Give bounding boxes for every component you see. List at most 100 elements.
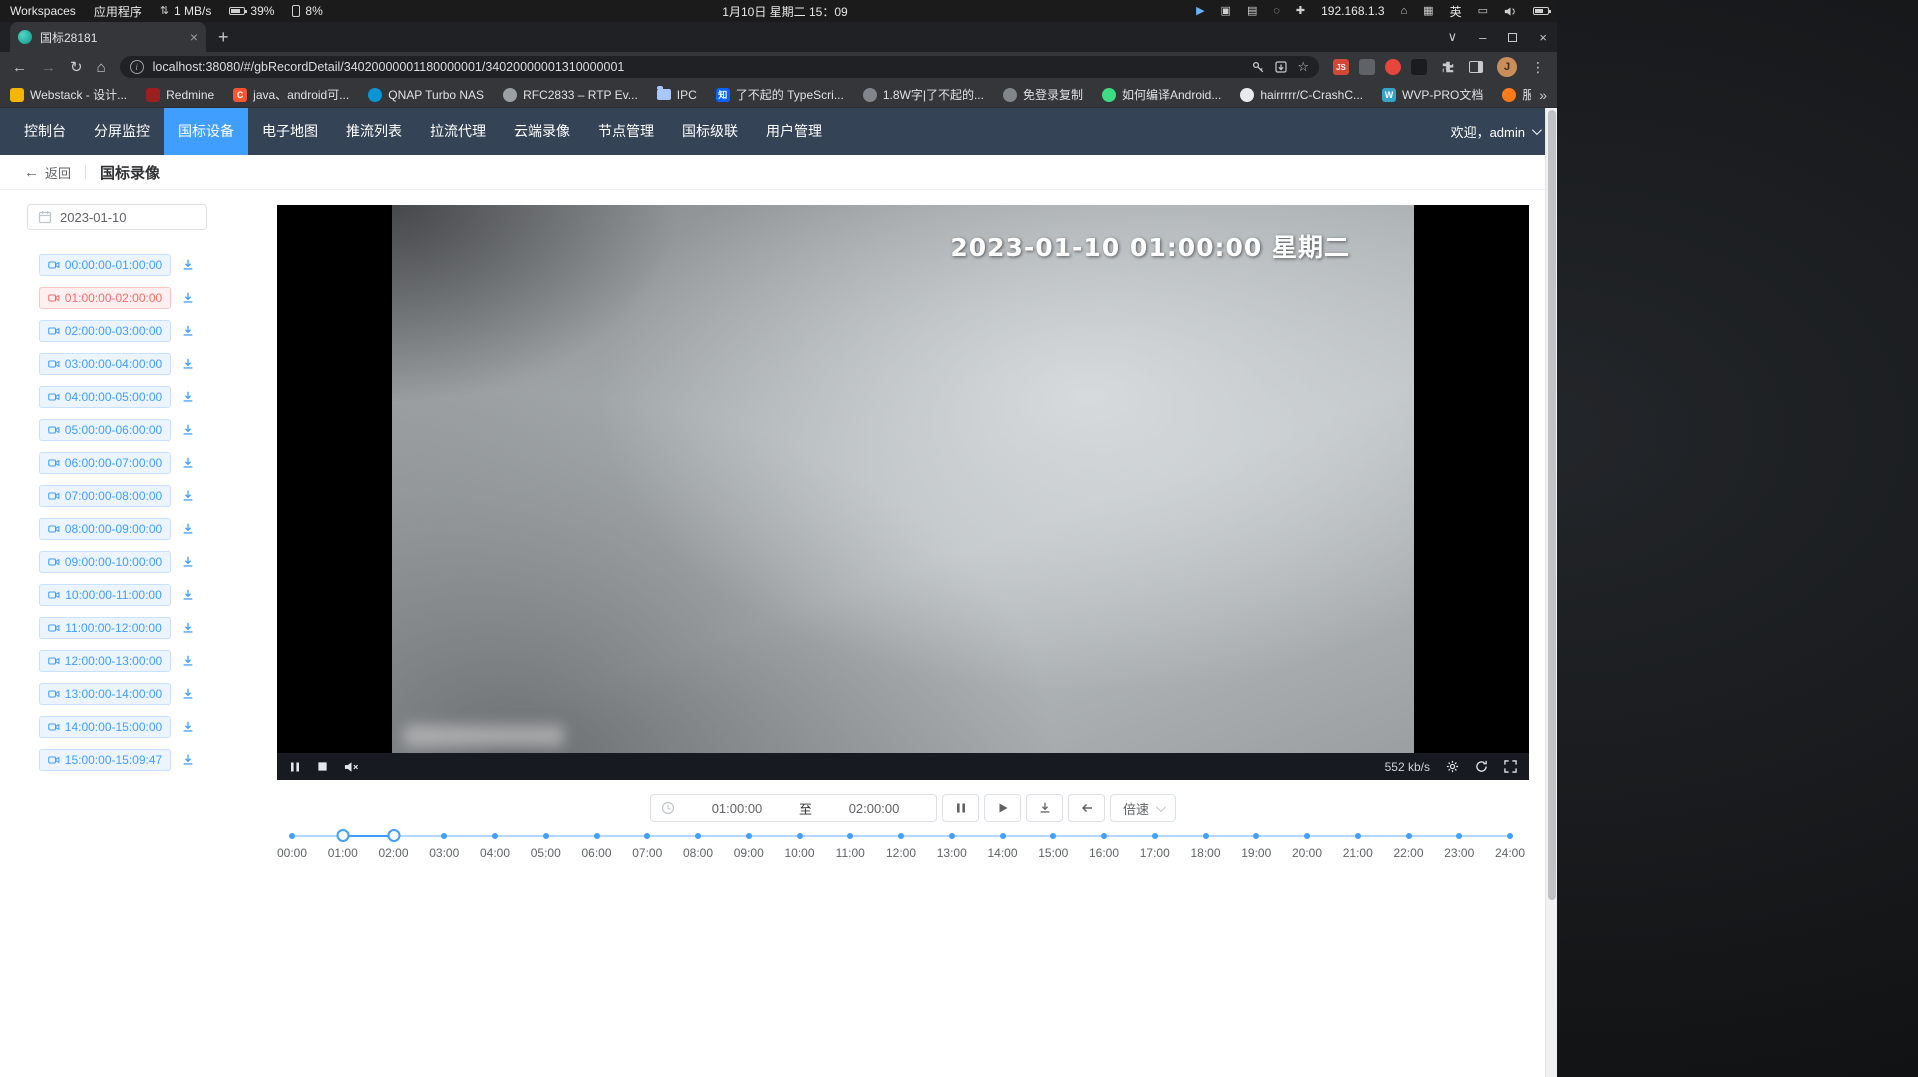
home-button[interactable]: ⌂ <box>97 60 106 75</box>
bookmark-item-0[interactable]: Webstack - 设计... <box>10 86 127 103</box>
record-segment-button-5[interactable]: 05:00:00-06:00:00 <box>39 419 171 441</box>
record-segment-button-3[interactable]: 03:00:00-04:00:00 <box>39 353 171 375</box>
site-info-icon[interactable]: i <box>130 60 144 74</box>
bookmark-item-5[interactable]: IPC <box>657 88 697 102</box>
player-fullscreen-icon[interactable] <box>1504 760 1517 773</box>
player-refresh-icon[interactable] <box>1475 760 1488 773</box>
tray-app-icon-1[interactable]: ▣ <box>1221 6 1231 17</box>
extension-icon-2[interactable] <box>1385 59 1401 75</box>
record-segment-button-8[interactable]: 08:00:00-09:00:00 <box>39 518 171 540</box>
address-bar[interactable]: i localhost:38080/#/gbRecordDetail/34020… <box>120 56 1319 78</box>
record-segment-button-10[interactable]: 10:00:00-11:00:00 <box>39 584 171 606</box>
new-tab-button[interactable]: + <box>218 27 229 48</box>
record-segment-button-14[interactable]: 14:00:00-15:00:00 <box>39 716 171 738</box>
record-segment-button-12[interactable]: 12:00:00-13:00:00 <box>39 650 171 672</box>
segment-download-icon[interactable] <box>181 390 195 404</box>
bookmark-item-3[interactable]: QNAP Turbo NAS <box>368 88 484 102</box>
record-segment-button-1[interactable]: 01:00:00-02:00:00 <box>39 287 171 309</box>
applications-button[interactable]: 应用程序 <box>94 3 142 20</box>
profile-avatar[interactable]: J <box>1497 57 1517 77</box>
tray-app-icon-3[interactable]: ◌ <box>1273 6 1280 17</box>
extension-icon-0[interactable]: JS <box>1333 59 1349 75</box>
browser-menu-icon[interactable]: ⋮ <box>1531 59 1545 76</box>
close-button[interactable]: × <box>1539 30 1547 45</box>
player-settings-gear-icon[interactable] <box>1446 760 1459 773</box>
window-menu-button[interactable]: ∨ <box>1448 29 1458 45</box>
segment-download-icon[interactable] <box>181 654 195 668</box>
back-button[interactable]: ← <box>12 60 27 75</box>
record-segment-button-13[interactable]: 13:00:00-14:00:00 <box>39 683 171 705</box>
bookmark-item-10[interactable]: hairrrrr/C-CrashC... <box>1240 88 1363 102</box>
bookmark-item-11[interactable]: WWVP-PRO文档 <box>1382 86 1483 103</box>
date-picker[interactable]: 2023-01-10 <box>27 204 207 230</box>
input-language-indicator[interactable]: 英 <box>1450 3 1462 20</box>
player-mute-icon[interactable] <box>344 761 359 773</box>
timeline-handle-1[interactable] <box>387 829 400 842</box>
speed-dropdown[interactable]: 倍速 <box>1110 794 1176 822</box>
nav-tab-1[interactable]: 分屏监控 <box>80 108 164 155</box>
workspaces-button[interactable]: Workspaces <box>10 4 76 18</box>
segment-download-icon[interactable] <box>181 489 195 503</box>
pause-button[interactable] <box>942 794 979 822</box>
nav-tab-4[interactable]: 推流列表 <box>332 108 416 155</box>
scrollbar-thumb[interactable] <box>1548 110 1556 900</box>
segment-download-icon[interactable] <box>181 753 195 767</box>
password-key-icon[interactable] <box>1251 60 1265 74</box>
segment-download-icon[interactable] <box>181 456 195 470</box>
extensions-puzzle-icon[interactable] <box>1441 60 1455 74</box>
record-segment-button-4[interactable]: 04:00:00-05:00:00 <box>39 386 171 408</box>
record-segment-button-0[interactable]: 00:00:00-01:00:00 <box>39 254 171 276</box>
side-panel-icon[interactable] <box>1469 61 1483 73</box>
tools-icon[interactable]: ✚ <box>1296 6 1305 17</box>
bookmark-item-7[interactable]: 1.8W字|了不起的... <box>863 86 984 103</box>
segment-download-icon[interactable] <box>181 555 195 569</box>
nav-tab-0[interactable]: 控制台 <box>10 108 80 155</box>
nav-tab-9[interactable]: 用户管理 <box>752 108 836 155</box>
install-icon[interactable] <box>1274 60 1288 74</box>
home-icon[interactable]: ⌂ <box>1401 6 1408 17</box>
nav-tab-3[interactable]: 电子地图 <box>248 108 332 155</box>
record-segment-button-7[interactable]: 07:00:00-08:00:00 <box>39 485 171 507</box>
segment-download-icon[interactable] <box>181 357 195 371</box>
restore-button[interactable] <box>1508 33 1517 42</box>
download-button[interactable] <box>1026 794 1063 822</box>
timeline-handle-0[interactable] <box>336 829 349 842</box>
bookmarks-overflow-chevron[interactable]: » <box>1531 87 1547 103</box>
record-segment-button-15[interactable]: 15:00:00-15:09:47 <box>39 749 171 771</box>
segment-download-icon[interactable] <box>181 324 195 338</box>
bookmark-item-4[interactable]: RFC2833 – RTP Ev... <box>503 88 638 102</box>
user-menu[interactable]: 欢迎，admin <box>1451 108 1539 155</box>
tab-close-icon[interactable]: × <box>190 29 198 45</box>
browser-tab[interactable]: 国标28181 × <box>10 22 206 52</box>
range-end-value[interactable]: 02:00:00 <box>812 801 936 816</box>
tray-app-icon-2[interactable]: ▤ <box>1247 6 1257 17</box>
segment-download-icon[interactable] <box>181 621 195 635</box>
segment-download-icon[interactable] <box>181 720 195 734</box>
segment-download-icon[interactable] <box>181 258 195 272</box>
play-button[interactable] <box>984 794 1021 822</box>
nav-tab-2[interactable]: 国标设备 <box>164 108 248 155</box>
page-scrollbar[interactable] <box>1545 108 1557 1077</box>
nav-tab-8[interactable]: 国标级联 <box>668 108 752 155</box>
record-segment-button-6[interactable]: 06:00:00-07:00:00 <box>39 452 171 474</box>
window-icon[interactable]: ▭ <box>1478 6 1488 17</box>
forward-button[interactable]: → <box>41 60 56 75</box>
segment-download-icon[interactable] <box>181 588 195 602</box>
bookmark-item-2[interactable]: Cjava、android可... <box>233 86 349 103</box>
segment-download-icon[interactable] <box>181 687 195 701</box>
bookmark-item-8[interactable]: 免登录复制 <box>1003 86 1083 103</box>
record-segment-button-9[interactable]: 09:00:00-10:00:00 <box>39 551 171 573</box>
bookmark-item-6[interactable]: 知了不起的 TypeScri... <box>716 86 844 103</box>
extension-icon-1[interactable] <box>1359 59 1375 75</box>
minimize-button[interactable]: – <box>1479 30 1486 45</box>
timeline-slider[interactable]: 00:0001:0002:0003:0004:0005:0006:0007:00… <box>292 830 1510 866</box>
segment-download-icon[interactable] <box>181 291 195 305</box>
segment-download-icon[interactable] <box>181 423 195 437</box>
record-segment-button-11[interactable]: 11:00:00-12:00:00 <box>39 617 171 639</box>
record-segment-button-2[interactable]: 02:00:00-03:00:00 <box>39 320 171 342</box>
media-play-icon[interactable]: ▶ <box>1196 6 1204 17</box>
bookmark-star-icon[interactable]: ☆ <box>1297 59 1309 75</box>
player-pause-icon[interactable] <box>289 761 301 773</box>
grid-icon[interactable]: ▦ <box>1423 6 1433 17</box>
bookmark-item-1[interactable]: Redmine <box>146 88 214 102</box>
